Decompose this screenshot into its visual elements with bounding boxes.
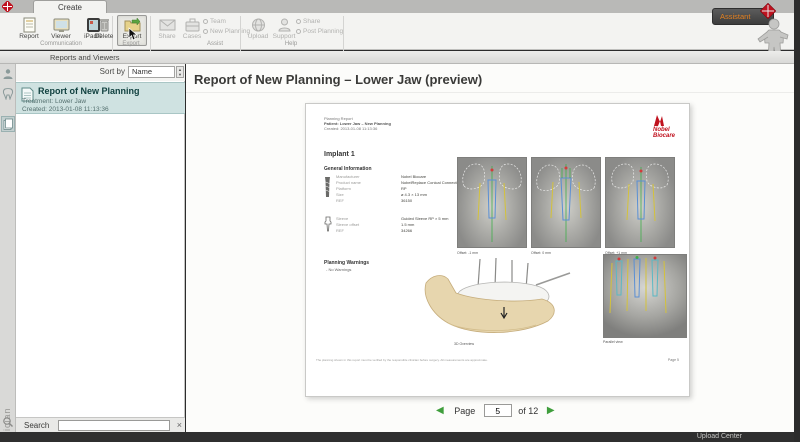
list-item-report-of-new-planning[interactable]: Report of New Planning Treatment: Lower … [16, 82, 185, 114]
upload-center-link[interactable]: Upload Center [697, 433, 742, 440]
post-planning-option[interactable]: Post Planning [296, 28, 343, 36]
sort-by-label: Sort by [100, 67, 125, 76]
sleeve-glyph-icon [324, 216, 332, 232]
status-bar: Upload Center [0, 432, 800, 442]
clear-search-icon[interactable]: × [177, 420, 182, 431]
ribbon: Report Viewer iPad® Communication [0, 13, 794, 50]
team-icon [203, 19, 208, 24]
share-icon [296, 19, 301, 24]
ct-cross-section-image [531, 157, 601, 248]
sort-stepper[interactable]: ▲▼ [176, 66, 184, 78]
parallel-caption: Parallel view [603, 340, 623, 344]
reports-nav-active[interactable] [1, 116, 15, 132]
tab-create[interactable]: Create [33, 0, 107, 13]
previous-page-button[interactable]: ◀ [436, 405, 444, 416]
page-count-label: of 12 [518, 406, 538, 416]
cases-icon [184, 17, 201, 33]
globe-icon [250, 17, 267, 33]
preview-title: Report of New Planning – Lower Jaw (prev… [194, 72, 482, 87]
report-icon [21, 17, 38, 33]
implant-glyph-icon [324, 176, 331, 198]
title-bar: Create [0, 0, 794, 13]
reports-list-panel: Sort by Name ▲▼ Report of New Planning T… [16, 64, 185, 417]
envelope-icon [159, 17, 176, 33]
planning-warnings-text: - No Warnings [326, 267, 351, 272]
nobelclinician-window: Create Report Viewer [0, 0, 800, 442]
support-icon [276, 17, 293, 33]
next-page-button[interactable]: ▶ [547, 405, 555, 416]
page-label: Page [454, 406, 475, 416]
left-nav-strip: NobelClinician [0, 64, 16, 432]
ct-caption: Offset: -1 mm [457, 251, 478, 255]
window-frame [794, 0, 800, 442]
viewer-icon [53, 17, 70, 33]
patient-icon[interactable] [2, 68, 14, 80]
pagination: ◀ Page of 12 ▶ [436, 404, 555, 420]
search-bar: Search × [16, 417, 185, 432]
trash-icon [96, 17, 113, 33]
planning-warnings-title: Planning Warnings [324, 260, 369, 266]
sort-select[interactable]: Name [128, 66, 175, 78]
search-input[interactable] [58, 420, 170, 431]
page-number-input[interactable] [484, 404, 512, 417]
team-option[interactable]: Team [203, 18, 226, 26]
preview-area: Report of New Planning – Lower Jaw (prev… [186, 64, 794, 432]
overview-caption: 3D Overview [454, 342, 474, 346]
divider [186, 92, 794, 93]
sort-row: Sort by Name ▲▼ [16, 64, 185, 81]
general-information-title: General Information [324, 166, 372, 172]
reports-icon [3, 118, 13, 130]
nobel-mark-icon [2, 1, 13, 12]
new-planning-icon [203, 29, 208, 34]
ct-caption: Offset: 0 mm [531, 251, 551, 255]
cursor-icon [128, 27, 138, 41]
ribbon-group-label-help: Help [243, 41, 339, 47]
page-number: Page 5 [668, 358, 679, 362]
nobel-biocare-logo: Nobel Biocare [653, 114, 675, 139]
share-option[interactable]: Share [296, 18, 320, 26]
section-header: Reports and Viewers [0, 51, 794, 64]
report-page: Planning Report Patient: Lower Jaw – New… [305, 103, 690, 397]
planning-icon[interactable] [2, 88, 14, 100]
parallel-view-image [603, 254, 687, 338]
page-disclaimer: The planning shown in this report must b… [316, 358, 646, 362]
magnifier-icon[interactable] [2, 416, 14, 428]
ct-cross-section-image [457, 157, 527, 248]
implant-section-title: Implant 1 [324, 151, 355, 158]
jaw-3d-overview-image [418, 257, 594, 345]
report-item-created: Created: 2013-01-08 11:13:36 [22, 106, 109, 113]
nobel-mark-icon [653, 114, 665, 127]
report-item-title: Report of New Planning [38, 86, 140, 96]
ct-cross-section-image [605, 157, 675, 248]
page-header-line: Created: 2013-01-08 11:13:36 [324, 126, 377, 131]
search-label: Search [24, 421, 49, 430]
report-item-treatment: Treatment: Lower Jaw [22, 98, 86, 105]
post-planning-icon [296, 29, 301, 34]
